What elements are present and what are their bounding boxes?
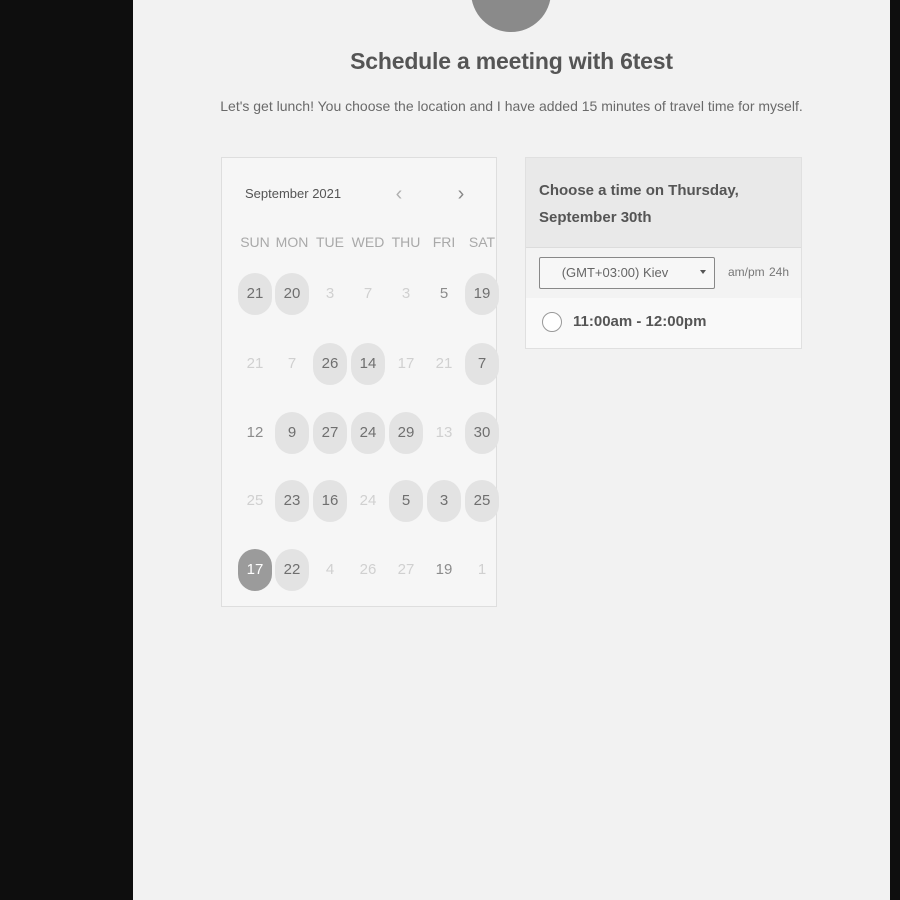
calendar-day: 3 xyxy=(401,285,411,302)
calendar-day: 7 xyxy=(363,285,373,302)
calendar-day-selected[interactable]: 17 xyxy=(238,549,272,591)
calendar-day[interactable]: 20 xyxy=(275,273,309,315)
calendar-day[interactable]: 22 xyxy=(275,549,309,591)
calendar-day[interactable]: 7 xyxy=(465,343,499,385)
page-title: Schedule a meeting with 6test xyxy=(350,48,673,74)
window-edge xyxy=(890,0,900,900)
calendar-day[interactable]: 3 xyxy=(427,480,461,522)
calendar-day[interactable]: 30 xyxy=(465,412,499,454)
calendar-day: 26 xyxy=(359,561,377,578)
calendar-month-label: September 2021 xyxy=(245,186,342,201)
calendar-day[interactable]: 25 xyxy=(465,480,499,522)
calendar-day[interactable]: 5 xyxy=(389,480,423,522)
calendar-day: 27 xyxy=(397,561,415,578)
calendar-day[interactable]: 27 xyxy=(313,412,347,454)
calendar-day[interactable]: 16 xyxy=(313,480,347,522)
time-panel-header: Choose a time on Thursday, September 30t… xyxy=(526,158,801,248)
meeting-description: Let's get lunch! You choose the location… xyxy=(220,98,803,114)
calendar: September 2021 ‹ › SUN MON TUE WED THU FRI SAT… xyxy=(221,157,499,607)
calendar-day: 4 xyxy=(325,561,335,578)
time-picker-panel: Choose a time on Thursday, September 30t… xyxy=(525,157,802,349)
calendar-day: 21 xyxy=(246,355,264,372)
calendar-day: 25 xyxy=(246,492,264,509)
avatar xyxy=(471,0,551,32)
weekday-label: SUN xyxy=(240,234,270,250)
calendar-day: 21 xyxy=(435,355,453,372)
weekday-label: MON xyxy=(275,234,309,250)
time-slot-label: 11:00am - 12:00pm xyxy=(573,313,707,330)
calendar-day: 7 xyxy=(287,355,297,372)
weekday-label: FRI xyxy=(432,234,456,250)
weekday-label: SAT xyxy=(468,234,496,250)
calendar-day: 17 xyxy=(397,355,415,372)
calendar-day: 24 xyxy=(359,492,377,509)
calendar-day[interactable]: 21 xyxy=(238,273,272,315)
calendar-day[interactable]: 23 xyxy=(275,480,309,522)
calendar-day[interactable]: 9 xyxy=(275,412,309,454)
calendar-day[interactable]: 14 xyxy=(351,343,385,385)
time-format-24h[interactable]: 24h xyxy=(769,265,789,279)
calendar-day[interactable]: 26 xyxy=(313,343,347,385)
booking-page: Schedule a meeting with 6test Let's get … xyxy=(133,0,890,900)
caret-down-icon xyxy=(700,270,706,274)
calendar-day: 19 xyxy=(435,561,453,578)
time-format-ampm[interactable]: am/pm xyxy=(728,265,765,279)
time-slot[interactable]: 11:00am - 12:00pm xyxy=(526,298,801,348)
timezone-value: (GMT+03:00) Kiev xyxy=(561,265,669,280)
calendar-day[interactable]: 29 xyxy=(389,412,423,454)
weekday-label: TUE xyxy=(316,234,344,250)
calendar-day: 13 xyxy=(435,424,453,441)
time-slot-radio[interactable] xyxy=(542,312,562,332)
calendar-day: 3 xyxy=(325,285,335,302)
time-panel-heading: Choose a time on Thursday, September 30t… xyxy=(539,182,739,226)
calendar-day[interactable]: 24 xyxy=(351,412,385,454)
weekday-label: WED xyxy=(351,234,385,250)
weekday-label: THU xyxy=(391,234,421,250)
calendar-day: 12 xyxy=(246,424,264,441)
chevron-right-icon[interactable]: › xyxy=(449,182,473,206)
calendar-day[interactable]: 19 xyxy=(465,273,499,315)
calendar-day: 1 xyxy=(477,561,487,578)
calendar-day: 5 xyxy=(439,285,449,302)
chevron-left-icon[interactable]: ‹ xyxy=(387,182,411,206)
timezone-select[interactable]: (GMT+03:00) Kiev xyxy=(539,257,715,289)
